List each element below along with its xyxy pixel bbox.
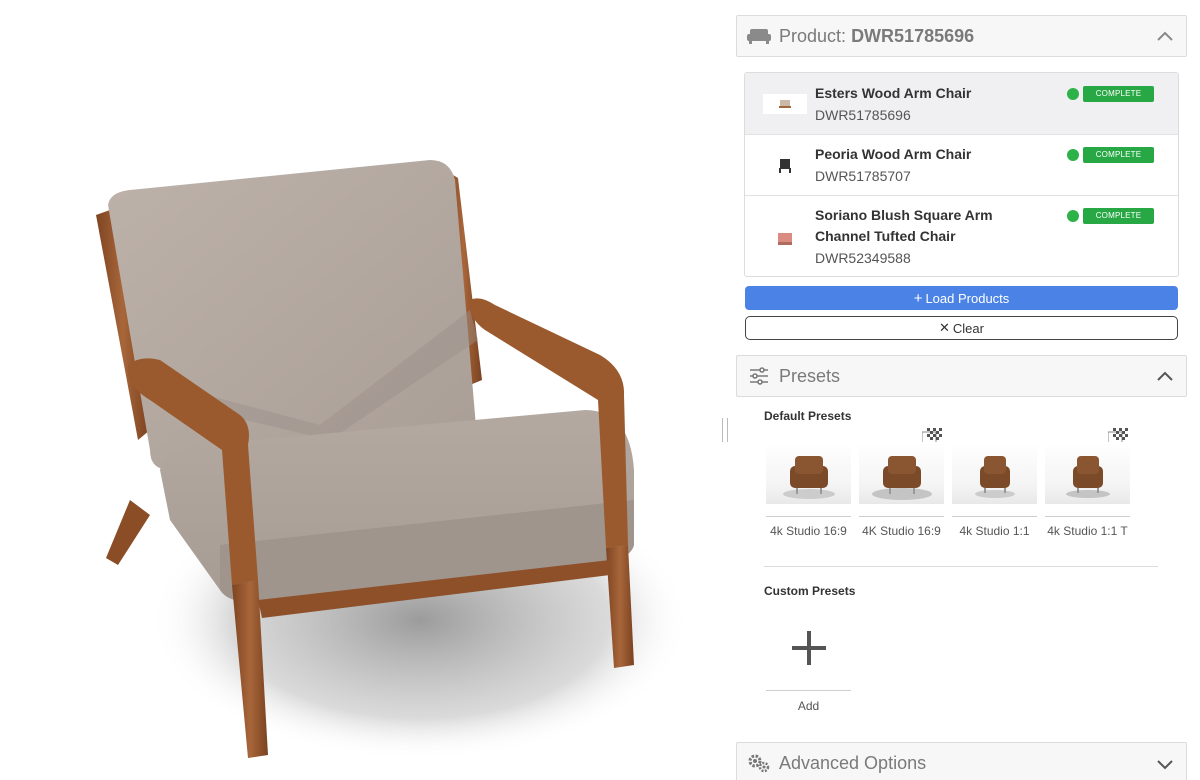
chevron-down-icon[interactable] (1156, 755, 1174, 773)
status-badge: COMPLETE (1083, 147, 1154, 163)
status-dot (1067, 88, 1079, 100)
plus-icon (792, 631, 826, 665)
preset-label: 4k Studio 1:1 T (1047, 524, 1128, 538)
close-icon: ✕ (939, 320, 950, 335)
chevron-up-icon[interactable] (1156, 368, 1174, 386)
chevron-up-icon[interactable] (1156, 28, 1174, 46)
preset-tile[interactable]: 4k Studio 16:9 (766, 428, 851, 540)
sofa-icon (747, 26, 771, 46)
product-name: Soriano Blush Square Arm Channel Tufted … (815, 207, 993, 244)
status-badge: COMPLETE (1083, 208, 1154, 224)
plus-icon: + (913, 289, 923, 307)
status-dot (1067, 210, 1079, 222)
3d-viewport[interactable] (0, 0, 720, 780)
product-sku: DWR51785696 (815, 107, 911, 123)
presets-section-header[interactable]: Presets (736, 355, 1187, 397)
product-name: Esters Wood Arm Chair (815, 85, 972, 101)
preset-divider (1045, 516, 1130, 517)
preset-thumbnail (766, 442, 851, 504)
preset-thumbnail (859, 442, 944, 504)
clear-label: Clear (952, 320, 984, 336)
product-title-sku: DWR51785696 (851, 25, 975, 46)
load-products-label: Load Products (925, 290, 1010, 306)
default-presets-heading: Default Presets (764, 409, 852, 423)
load-products-button[interactable]: + Load Products (745, 286, 1178, 310)
sliders-icon (747, 366, 771, 386)
preset-tile[interactable]: 4K Studio 16:9 (859, 428, 944, 540)
preset-divider (766, 516, 851, 517)
product-thumbnail (763, 94, 807, 114)
preset-label: 4K Studio 16:9 (862, 524, 941, 538)
product-name: Peoria Wood Arm Chair (815, 146, 972, 162)
section-divider (764, 566, 1158, 567)
preset-tile[interactable]: 4k Studio 1:1 (952, 428, 1037, 540)
preset-divider (952, 516, 1037, 517)
product-list: Esters Wood Arm Chair DWR51785696 COMPLE… (744, 72, 1179, 277)
product-row[interactable]: Peoria Wood Arm Chair DWR51785707 COMPLE… (745, 135, 1178, 196)
product-thumbnail (778, 233, 792, 245)
status-badge: COMPLETE (1083, 86, 1154, 102)
product-thumbnail (779, 159, 791, 173)
product-sku: DWR51785707 (815, 168, 911, 184)
product-row[interactable]: Esters Wood Arm Chair DWR51785696 COMPLE… (745, 73, 1178, 135)
right-panel: Product: DWR51785696 Esters Wood Arm Cha… (736, 0, 1188, 780)
add-divider (766, 690, 851, 691)
gears-icon (747, 753, 771, 773)
add-label: Add (797, 699, 820, 713)
product-section-title: Product: DWR51785696 (779, 26, 974, 47)
preset-thumbnail (952, 442, 1037, 504)
product-section-header[interactable]: Product: DWR51785696 (736, 15, 1187, 57)
product-sku: DWR52349588 (815, 250, 911, 266)
preset-label: 4k Studio 16:9 (770, 524, 847, 538)
preset-divider (859, 516, 944, 517)
advanced-options-header[interactable]: Advanced Options (736, 742, 1187, 780)
product-title-prefix: Product: (779, 25, 847, 46)
preset-label: 4k Studio 1:1 (959, 524, 1030, 538)
chair-render (96, 160, 690, 760)
add-preset-button[interactable]: Add (766, 610, 851, 713)
advanced-options-title: Advanced Options (779, 752, 927, 773)
preset-thumbnail (1045, 442, 1130, 504)
preset-tile[interactable]: 4k Studio 1:1 T (1045, 428, 1130, 540)
clear-button[interactable]: ✕ Clear (745, 316, 1178, 340)
back-leg-left (106, 500, 150, 565)
presets-section-title: Presets (779, 365, 841, 386)
product-row[interactable]: Soriano Blush Square Arm Channel Tufted … (745, 196, 1178, 276)
custom-presets-heading: Custom Presets (764, 584, 856, 598)
status-dot (1067, 149, 1079, 161)
panel-resize-handle[interactable] (722, 418, 728, 442)
